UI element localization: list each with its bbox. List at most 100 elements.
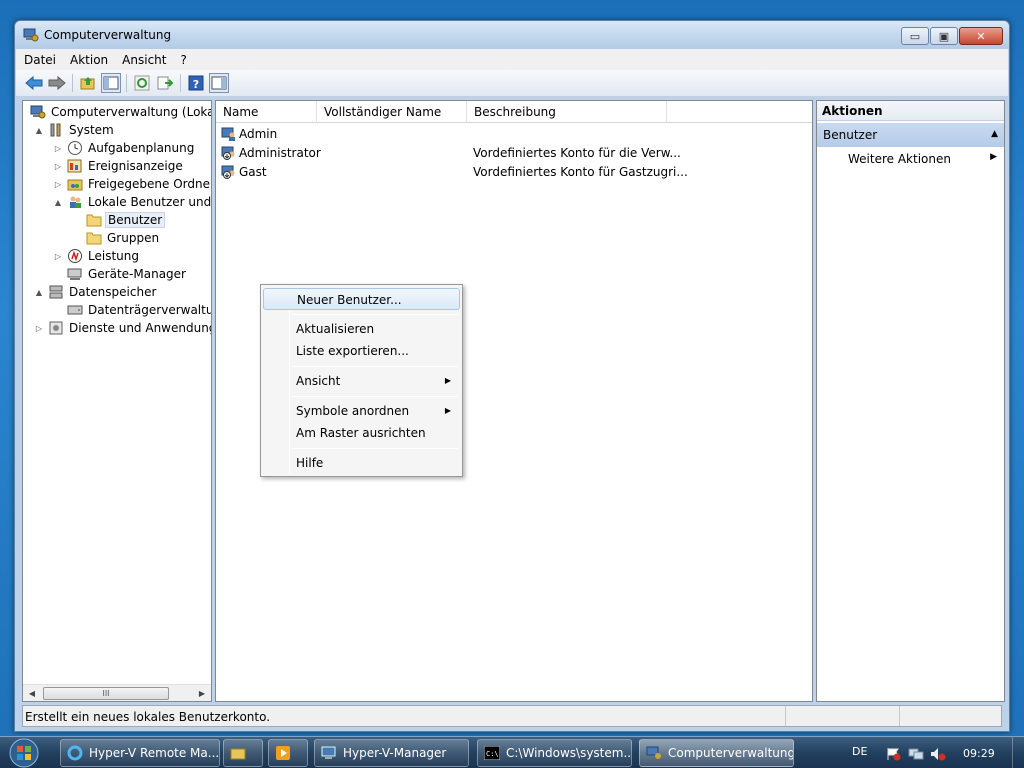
console-tree-icon	[103, 76, 119, 90]
tree-item[interactable]: Geräte-Manager	[52, 265, 188, 283]
menu-help[interactable]: ?	[180, 53, 186, 67]
tree-item[interactable]: ▲ Lokale Benutzer und Gr	[52, 193, 212, 211]
actions-section-users[interactable]: Benutzer ▲	[817, 123, 1004, 147]
show-desktop-button[interactable]	[1012, 737, 1024, 768]
tree-horizontal-scrollbar[interactable]: ◀ III ▶	[23, 684, 211, 701]
tree-item[interactable]: Computerverwaltung (Lokal)	[27, 103, 211, 121]
column-full-name[interactable]: Vollständiger Name	[317, 101, 467, 123]
start-button[interactable]	[4, 737, 46, 768]
back-button[interactable]	[24, 73, 44, 93]
scroll-left-arrow-icon[interactable]: ◀	[25, 687, 39, 700]
expand-arrow-icon[interactable]: ▷	[52, 144, 64, 153]
status-segment	[785, 706, 786, 726]
help-button[interactable]: ?	[186, 73, 206, 93]
collapse-up-icon[interactable]: ▲	[991, 129, 998, 139]
tree-item-label: Benutzer	[105, 212, 166, 228]
taskbar-button-hyperv-manager[interactable]: Hyper-V-Manager	[314, 739, 469, 767]
toolbar-separator	[180, 74, 181, 92]
context-item-align-to-grid[interactable]: Am Raster ausrichten	[263, 422, 460, 444]
user-icon	[221, 126, 237, 145]
tree-item[interactable]: ▲ System	[33, 121, 116, 139]
collapse-arrow-icon[interactable]: ▲	[33, 126, 45, 135]
menu-action[interactable]: Aktion	[70, 53, 108, 67]
actions-section-label: Benutzer	[823, 128, 878, 142]
menu-file[interactable]: Datei	[24, 53, 56, 67]
up-one-level-button[interactable]	[78, 73, 98, 93]
cell-name: Admin	[239, 127, 278, 141]
context-item-help[interactable]: Hilfe	[263, 452, 460, 474]
title-bar[interactable]: Computerverwaltung ▭ ▣ ✕	[15, 21, 1009, 49]
tree-item-label: Lokale Benutzer und Gr	[88, 195, 212, 209]
language-indicator[interactable]: DE	[852, 745, 867, 758]
tree-item-label: Leistung	[88, 249, 139, 263]
tree-item[interactable]: Gruppen	[71, 229, 161, 247]
menu-bar: Datei Aktion Ansicht ?	[16, 49, 1008, 70]
tree-item-label: Aufgabenplanung	[88, 141, 195, 155]
tree-item[interactable]: ▷ Leistung	[52, 247, 141, 265]
tree-item[interactable]: ▷ Ereignisanzeige	[52, 157, 185, 175]
expand-arrow-icon[interactable]: ▷	[52, 180, 64, 189]
export-icon	[157, 76, 173, 90]
collapse-arrow-icon[interactable]: ▲	[33, 288, 45, 297]
more-actions-item[interactable]: Weitere Aktionen	[848, 152, 951, 166]
taskbar-button-hyperv-remote[interactable]: Hyper-V Remote Ma...	[60, 739, 220, 767]
context-item-label: Ansicht	[296, 374, 341, 388]
tree-item[interactable]: Benutzer	[71, 211, 166, 229]
close-button[interactable]: ✕	[959, 27, 1003, 45]
taskbar-button-media-player[interactable]	[268, 739, 308, 767]
clock[interactable]: 09:29	[963, 747, 995, 760]
services-icon	[48, 320, 64, 336]
export-list-button[interactable]	[155, 73, 175, 93]
expand-arrow-icon[interactable]: ▷	[52, 252, 64, 261]
collapse-arrow-icon[interactable]: ▲	[52, 198, 64, 207]
context-item-view[interactable]: Ansicht ▶	[263, 370, 460, 392]
console-tree[interactable]: Computerverwaltung (Lokal) ▲ System ▷ Aufgab…	[22, 100, 212, 702]
expand-arrow-icon[interactable]: ▷	[52, 162, 64, 171]
expand-arrow-icon[interactable]: ▷	[33, 324, 45, 333]
shared-folder-icon	[67, 176, 83, 192]
list-row[interactable]: Administrator Vordefiniertes Konto für di…	[216, 144, 812, 163]
context-item-label: Am Raster ausrichten	[296, 426, 426, 440]
taskbar-button-cmd[interactable]: C:\ C:\Windows\system...	[477, 739, 632, 767]
tree-item[interactable]: ▲ Datenspeicher	[33, 283, 158, 301]
system-tray: DE 09:29	[824, 737, 1024, 768]
tree-item[interactable]: Datenträgerverwaltung	[52, 301, 211, 319]
event-viewer-icon	[67, 158, 83, 174]
minimize-button[interactable]: ▭	[901, 27, 929, 45]
list-row[interactable]: Gast Vordefiniertes Konto für Gastzugri..…	[216, 163, 812, 182]
show-hide-action-pane-button[interactable]	[209, 73, 229, 93]
scroll-thumb[interactable]: III	[43, 687, 169, 700]
scroll-right-arrow-icon[interactable]: ▶	[195, 687, 209, 700]
show-hide-tree-button[interactable]	[101, 73, 121, 93]
context-item-new-user[interactable]: Neuer Benutzer...	[263, 288, 460, 310]
forward-button[interactable]	[47, 73, 67, 93]
context-separator	[293, 396, 458, 397]
back-arrow-icon	[25, 75, 43, 91]
taskbar-button-computer-management[interactable]: Computerverwaltung	[639, 739, 794, 767]
refresh-button[interactable]	[132, 73, 152, 93]
context-item-export-list[interactable]: Liste exportieren...	[263, 340, 460, 362]
context-item-refresh[interactable]: Aktualisieren	[263, 318, 460, 340]
column-name[interactable]: Name	[216, 101, 317, 123]
computer-management-icon	[23, 28, 39, 42]
volume-muted-icon[interactable]	[930, 747, 946, 761]
list-row[interactable]: Admin	[216, 125, 812, 144]
action-center-icon[interactable]	[886, 747, 902, 761]
context-item-arrange-icons[interactable]: Symbole anordnen ▶	[263, 400, 460, 422]
taskbar-button-label: Computerverwaltung	[668, 746, 794, 760]
network-icon[interactable]	[908, 747, 924, 761]
svg-text:?: ?	[193, 78, 199, 91]
menu-view[interactable]: Ansicht	[122, 53, 166, 67]
maximize-button[interactable]: ▣	[930, 27, 958, 45]
context-item-label: Aktualisieren	[296, 322, 375, 336]
folder-icon	[230, 745, 246, 761]
tree-item[interactable]: ▷ Dienste und Anwendungen	[33, 319, 211, 337]
tree-item-label: Gruppen	[107, 231, 160, 245]
taskbar-button-explorer[interactable]	[223, 739, 263, 767]
actions-header: Aktionen	[817, 101, 1004, 121]
tree-item[interactable]: ▷ Aufgabenplanung	[52, 139, 196, 157]
tree-item[interactable]: ▷ Freigegebene Ordner	[52, 175, 211, 193]
status-bar: Erstellt ein neues lokales Benutzerkonto…	[22, 705, 1002, 727]
cell-name: Administrator	[239, 146, 321, 160]
column-description[interactable]: Beschreibung	[467, 101, 667, 123]
